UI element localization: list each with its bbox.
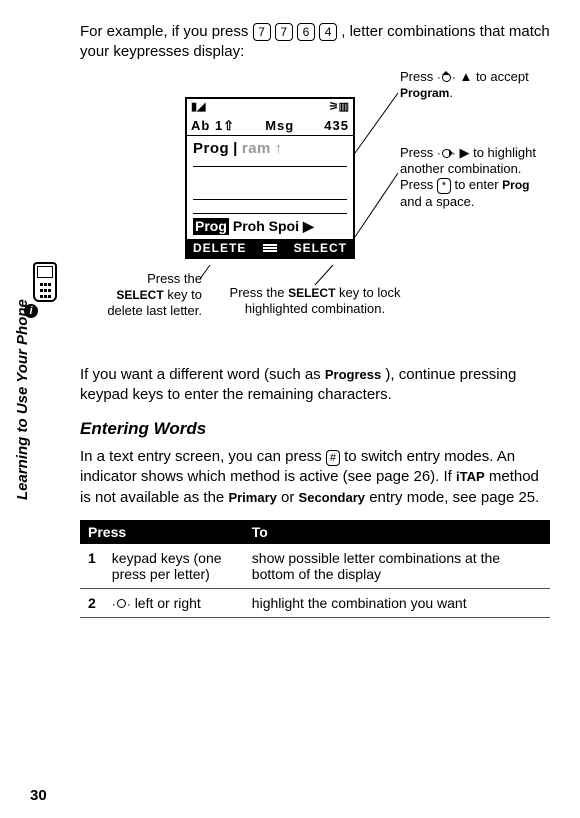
key-7a: 7 — [253, 23, 271, 41]
hash-key: # — [326, 450, 340, 466]
nav-lr-icon: ·· — [112, 597, 131, 611]
figure: ▮◢ ⚞▥ Ab 1⇧ Msg 435 Prog | ram ↑ Prog Pr… — [80, 75, 550, 355]
para-different-word: If you want a different word (such as Pr… — [80, 365, 550, 406]
table-row: 1 keypad keys (one press per letter) sho… — [80, 544, 550, 589]
side-chapter-label: Learning to Use Your Phone — [14, 299, 31, 500]
key-7b: 7 — [275, 23, 293, 41]
intro-pre: For example, if you press — [80, 23, 253, 40]
leader-lines — [80, 75, 560, 345]
key-4: 4 — [319, 23, 337, 41]
row2-press: ·· left or right — [104, 588, 244, 617]
intro-paragraph: For example, if you press 7 7 6 4 , lett… — [80, 22, 550, 63]
row1-num: 1 — [80, 544, 104, 589]
row2-num: 2 — [80, 588, 104, 617]
info-badge-icon: i — [24, 304, 38, 318]
row1-to: show possible letter combinations at the… — [244, 544, 550, 589]
word-progress: Progress — [325, 367, 381, 382]
para-entry-modes: In a text entry screen, you can press # … — [80, 447, 550, 508]
th-press: Press — [80, 520, 244, 544]
instruction-table: Press To 1 keypad keys (one press per le… — [80, 520, 550, 618]
table-row: 2 ·· left or right highlight the combina… — [80, 588, 550, 617]
primary-label: Primary — [228, 490, 276, 505]
row1-press: keypad keys (one press per letter) — [104, 544, 244, 589]
row2-to: highlight the combination you want — [244, 588, 550, 617]
heading-entering-words: Entering Words — [80, 419, 550, 439]
itap-label: iTAP — [456, 469, 485, 484]
secondary-label: Secondary — [299, 490, 365, 505]
key-6: 6 — [297, 23, 315, 41]
page-number: 30 — [30, 787, 47, 804]
th-to: To — [244, 520, 550, 544]
phone-icon: i — [28, 262, 62, 312]
